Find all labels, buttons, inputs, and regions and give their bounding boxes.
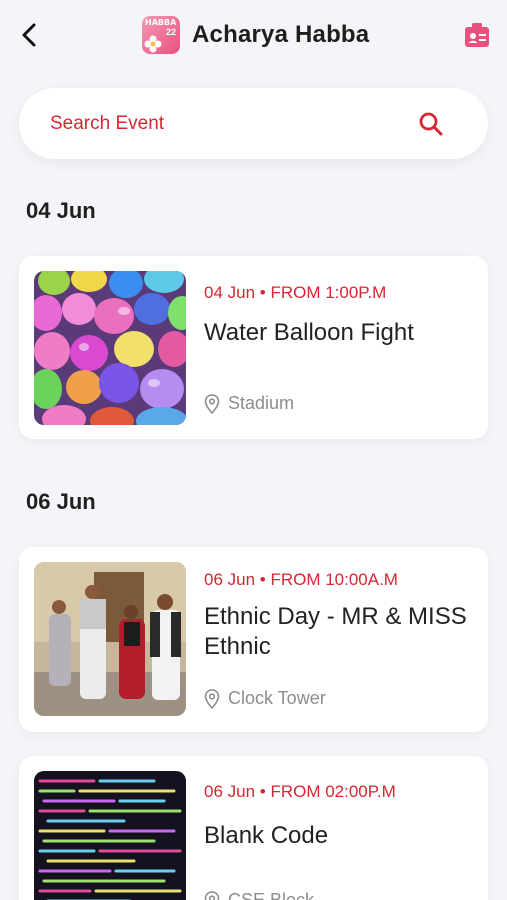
event-time: 04 Jun • FROM 1:00P.M — [204, 283, 387, 302]
id-badge-icon — [465, 23, 489, 47]
event-title: Blank Code — [204, 822, 329, 849]
event-card[interactable]: 06 Jun • FROM 10:00A.M Ethnic Day - MR &… — [19, 547, 488, 732]
location-pin-icon — [204, 688, 220, 709]
event-location-label: CSE Block — [228, 890, 315, 900]
event-image-ethnic-day — [34, 562, 186, 716]
event-image-code — [34, 771, 186, 900]
app-header: HABBA 22 Acharya Habba — [0, 0, 507, 72]
id-card-button[interactable] — [463, 20, 491, 50]
event-location: Stadium — [204, 393, 294, 414]
event-location: Clock Tower — [204, 688, 326, 709]
event-card[interactable]: 06 Jun • FROM 02:00P.M Blank Code CSE Bl… — [19, 756, 488, 900]
event-title: Water Balloon Fight — [204, 319, 414, 346]
app-title: Acharya Habba — [192, 21, 370, 48]
event-location-label: Stadium — [228, 393, 295, 413]
flower-icon — [144, 35, 162, 53]
date-header: 04 Jun — [26, 198, 96, 223]
date-header: 06 Jun — [26, 489, 96, 514]
search-icon[interactable] — [418, 111, 444, 137]
location-pin-icon — [204, 890, 220, 900]
event-image-water-balloons — [34, 271, 186, 425]
event-location: CSE Block — [204, 890, 314, 900]
back-button[interactable] — [14, 20, 44, 50]
logo-text: HABBA — [145, 18, 177, 27]
event-time: 06 Jun • FROM 10:00A.M — [204, 570, 398, 589]
event-time: 06 Jun • FROM 02:00P.M — [204, 782, 396, 801]
event-card[interactable]: 04 Jun • FROM 1:00P.M Water Balloon Figh… — [19, 256, 488, 439]
logo-number: 22 — [165, 27, 176, 37]
back-arrow-icon — [22, 23, 36, 47]
app-logo: HABBA 22 — [142, 16, 180, 54]
search-input[interactable] — [50, 112, 350, 135]
location-pin-icon — [204, 393, 220, 414]
brand: HABBA 22 Acharya Habba — [142, 16, 369, 54]
event-title: Ethnic Day - MR & MISS Ethnic — [204, 603, 467, 660]
search-bar — [19, 88, 488, 159]
event-location-label: Clock Tower — [228, 688, 326, 708]
